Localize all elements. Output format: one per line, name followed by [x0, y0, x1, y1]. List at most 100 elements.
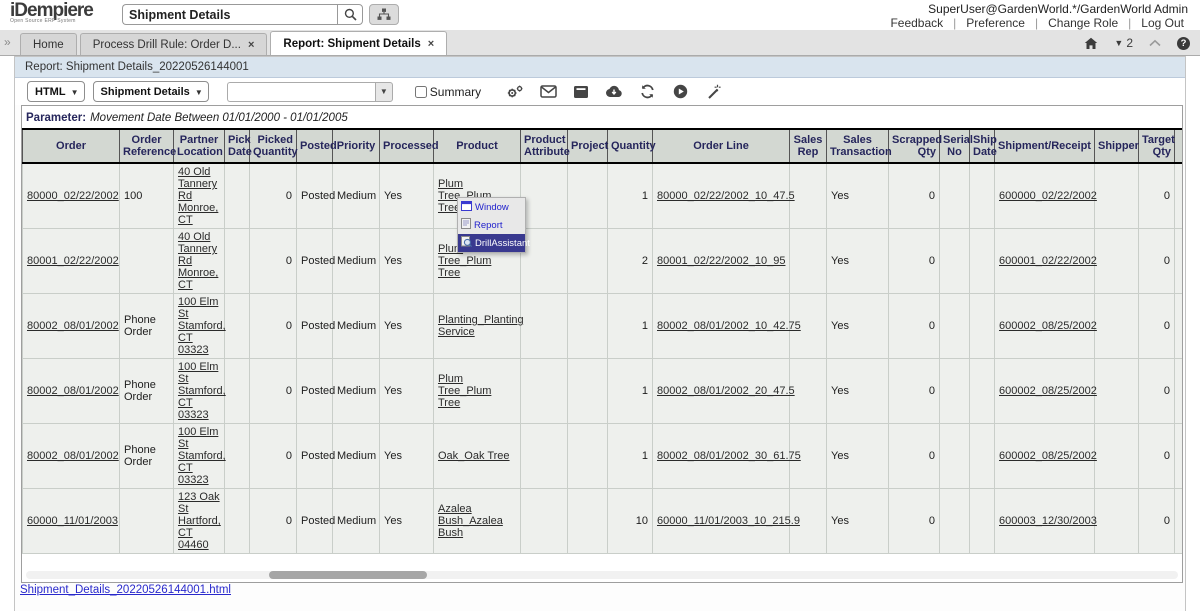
report-window: Report: Shipment Details_20220526144001 …: [14, 56, 1186, 611]
partner_location-link[interactable]: 100 Elm St Stamford, CT 03323: [178, 296, 226, 356]
expand-tabs-icon[interactable]: »: [4, 35, 11, 49]
partner_location-link[interactable]: 100 Elm St Stamford, CT 03323: [178, 361, 226, 421]
shipment_receipt-link[interactable]: 600003_12/30/2003: [999, 515, 1097, 527]
cell-sales_transaction: Yes: [827, 424, 889, 489]
cell-ship_date: [970, 229, 995, 294]
order-link[interactable]: 80002_08/01/2002: [27, 320, 119, 332]
cell-priority: Medium: [333, 163, 380, 229]
shipment_receipt-link[interactable]: 600002_08/25/2002: [999, 320, 1097, 332]
order-link[interactable]: 80001_02/22/2002: [27, 255, 119, 267]
export-button[interactable]: [602, 81, 626, 103]
search-icon[interactable]: [337, 4, 363, 25]
order_line-link[interactable]: 60000_11/01/2003_10_215.9: [657, 515, 800, 527]
order_line-link[interactable]: 80002_08/01/2002_10_42.75: [657, 320, 801, 332]
tab-label: Report: Shipment Details: [283, 38, 420, 50]
cell-sales_transaction: Yes: [827, 163, 889, 229]
product-link[interactable]: Plum Tree_Plum Tree: [438, 373, 491, 409]
menu-item-window[interactable]: Window: [458, 198, 525, 216]
toolbar-icon-group: [503, 81, 725, 103]
cell-shipment_receipt: 600002_08/25/2002: [995, 359, 1095, 424]
summary-checkbox[interactable]: [415, 86, 427, 98]
customize-report-button[interactable]: [701, 81, 725, 103]
order_line-link[interactable]: 80001_02/22/2002_10_95: [657, 255, 785, 267]
help-icon[interactable]: ?: [1177, 37, 1190, 50]
refresh-icon: [640, 84, 655, 99]
menu-item-report[interactable]: Report: [458, 216, 525, 234]
wand-icon: [705, 84, 721, 99]
shipment_receipt-link[interactable]: 600000_02/22/2002: [999, 190, 1097, 202]
order-link[interactable]: 80002_08/01/2002: [27, 385, 119, 397]
menu-tree-button[interactable]: [369, 4, 399, 25]
home-icon[interactable]: [1084, 37, 1098, 50]
open-window-count: 2: [1126, 36, 1133, 50]
order-link[interactable]: 60000_11/01/2003: [27, 515, 118, 527]
order-link[interactable]: 80000_02/22/2002: [27, 190, 119, 202]
header-link-change-role[interactable]: Change Role: [1044, 16, 1122, 30]
find-input[interactable]: [227, 82, 375, 102]
menu-item-drillassistant[interactable]: DrillAssistant: [458, 234, 525, 252]
close-icon[interactable]: ×: [248, 39, 254, 51]
cell-processed: Yes: [380, 163, 434, 229]
summary-toggle[interactable]: Summary: [415, 85, 481, 99]
order_line-link[interactable]: 80002_08/01/2002_30_61.75: [657, 450, 801, 462]
col-header-quantity: Quantity: [608, 129, 653, 163]
menu-item-label: DrillAssistant: [475, 238, 530, 249]
cell-shipment_receipt: 600002_08/25/2002: [995, 424, 1095, 489]
horizontal-scrollbar[interactable]: [26, 571, 1178, 579]
tab-report-shipment-details[interactable]: Report: Shipment Details ×: [270, 31, 447, 55]
refresh-button[interactable]: [635, 81, 659, 103]
shipment_receipt-link[interactable]: 600002_08/25/2002: [999, 385, 1097, 397]
cell-sales_rep: [790, 163, 827, 229]
search-input[interactable]: [122, 4, 337, 25]
header-link-preference[interactable]: Preference: [962, 16, 1029, 30]
scrollbar-thumb[interactable]: [269, 571, 427, 579]
send-mail-button[interactable]: [536, 81, 560, 103]
shipment_receipt-link[interactable]: 600001_02/22/2002: [999, 255, 1097, 267]
product-link[interactable]: Azalea Bush_Azalea Bush: [438, 503, 503, 539]
report-file-link[interactable]: Shipment_Details_20220526144001.html: [20, 584, 231, 596]
table-row: 80002_08/01/2002Phone Order100 Elm St St…: [23, 294, 1183, 359]
window-list-dropdown[interactable]: ▼ 2: [1114, 36, 1133, 50]
cell-project: [568, 229, 608, 294]
close-icon[interactable]: ×: [428, 38, 434, 50]
report-view-select[interactable]: Shipment Details ▼: [93, 81, 209, 102]
cell-quantity: 1: [608, 163, 653, 229]
archive-button[interactable]: [569, 81, 593, 103]
col-header-ship_date: Ship Date: [970, 129, 995, 163]
order_line-link[interactable]: 80000_02/22/2002_10_47.5: [657, 190, 795, 202]
format-select[interactable]: HTML ▼: [27, 81, 85, 102]
cell-picked_quantity: 0: [250, 424, 297, 489]
cell-partner_location: 40 Old Tannery Rd Monroe, CT: [174, 163, 225, 229]
separator: |: [1128, 16, 1131, 30]
cell-sales_transaction: Yes: [827, 294, 889, 359]
partner_location-link[interactable]: 100 Elm St Stamford, CT 03323: [178, 426, 226, 486]
collapse-header-icon[interactable]: [1149, 39, 1161, 47]
header-link-feedback[interactable]: Feedback: [886, 16, 947, 30]
cell-partner_location: 100 Elm St Stamford, CT 03323: [174, 424, 225, 489]
tab-home[interactable]: Home: [20, 33, 77, 55]
cell-product_attribute: [521, 359, 568, 424]
partner_location-link[interactable]: 40 Old Tannery Rd Monroe, CT: [178, 231, 218, 291]
tab-process-drill-rule-order-d[interactable]: Process Drill Rule: Order D...×: [80, 33, 268, 55]
cell-order: 80002_08/01/2002: [23, 294, 120, 359]
combo-dropdown-icon[interactable]: ▼: [375, 82, 393, 102]
cell-shipper: [1095, 294, 1139, 359]
envelope-icon: [540, 85, 557, 98]
process-parameter-button[interactable]: [503, 81, 527, 103]
cell-order_line: 80001_02/22/2002_10_95: [653, 229, 790, 294]
cell-ship_date: [970, 359, 995, 424]
product-link[interactable]: Oak_Oak Tree: [438, 450, 510, 462]
order-link[interactable]: 80002_08/01/2002: [27, 450, 119, 462]
cell-serial_no: [940, 489, 970, 554]
shipment_receipt-link[interactable]: 600002_08/25/2002: [999, 450, 1097, 462]
order_line-link[interactable]: 80002_08/01/2002_20_47.5: [657, 385, 795, 397]
cell-target_qty: 0: [1139, 489, 1175, 554]
partner_location-link[interactable]: 40 Old Tannery Rd Monroe, CT: [178, 166, 218, 226]
product-link[interactable]: Planting_Planting Service: [438, 314, 524, 338]
chevron-down-icon: ▼: [195, 88, 203, 97]
cell-order_reference: [120, 229, 174, 294]
run-report-button[interactable]: [668, 81, 692, 103]
partner_location-link[interactable]: 123 Oak St Hartford, CT 04460: [178, 491, 221, 551]
cell-project: [568, 163, 608, 229]
header-link-log-out[interactable]: Log Out: [1137, 16, 1188, 30]
